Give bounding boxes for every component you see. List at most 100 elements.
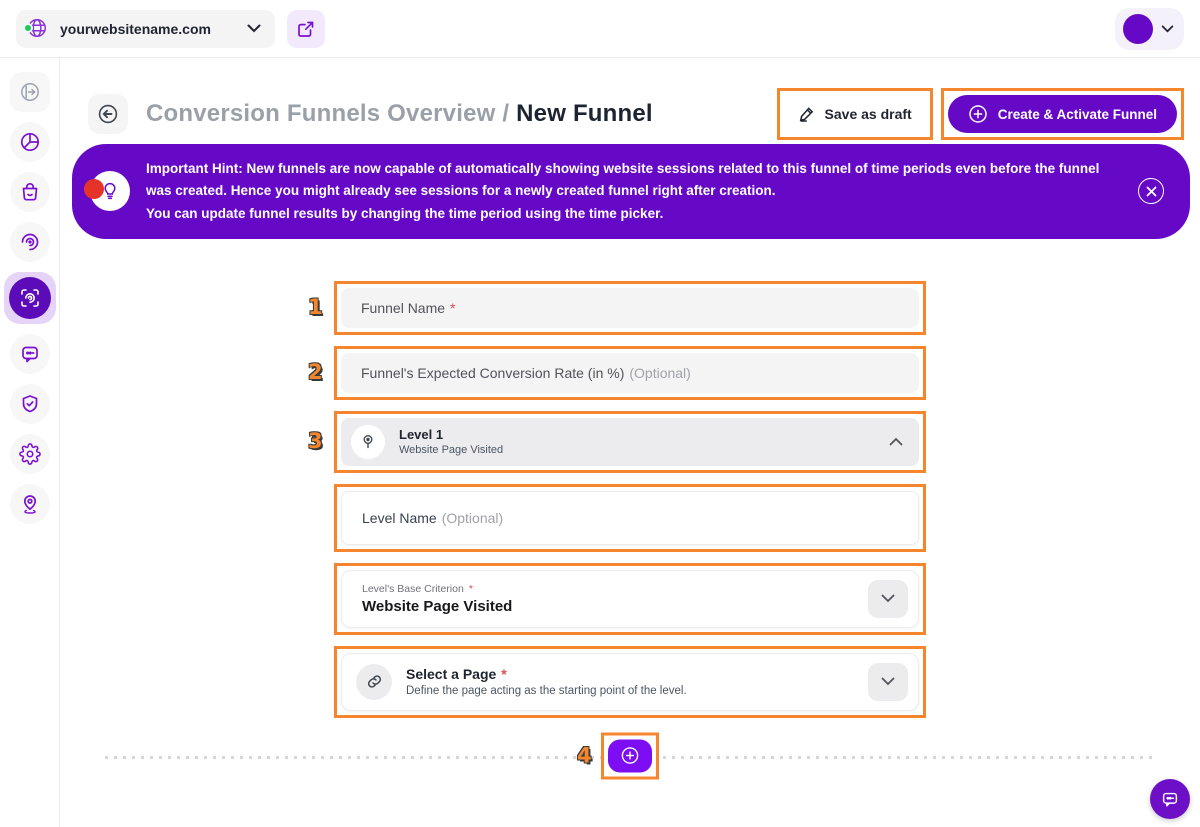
- avatar: [1123, 14, 1153, 44]
- level-accordion-header[interactable]: Level 1 Website Page Visited: [341, 418, 919, 466]
- sidebar-item-geo[interactable]: [10, 484, 50, 524]
- required-asterisk: *: [450, 300, 455, 316]
- collapse-sidebar-icon: [19, 81, 41, 103]
- main-content: Conversion Funnels Overview / New Funnel…: [60, 58, 1200, 827]
- sidebar-item-settings[interactable]: [10, 434, 50, 474]
- close-icon: [1146, 186, 1157, 197]
- conversion-rate-input[interactable]: Funnel's Expected Conversion Rate (in %)…: [341, 353, 919, 393]
- external-link-icon: [297, 20, 315, 38]
- support-chat-button[interactable]: [1150, 779, 1190, 819]
- status-dot: [23, 23, 33, 33]
- pin-marker-icon: [351, 425, 385, 459]
- select-page-row: Select a Page* Define the page acting as…: [334, 646, 926, 718]
- chevron-down-icon: [881, 594, 895, 603]
- feedback-chat-icon: [19, 343, 41, 365]
- hint-icon-wrap: [90, 171, 130, 211]
- website-name: yourwebsitename.com: [60, 21, 211, 37]
- topbar: yourwebsitename.com: [0, 0, 1200, 58]
- page-header: Conversion Funnels Overview / New Funnel…: [60, 58, 1200, 138]
- open-website-button[interactable]: [287, 10, 325, 48]
- save-draft-button[interactable]: Save as draft: [784, 95, 926, 133]
- arrow-left-circle-icon: [96, 102, 120, 126]
- annotation-box-add-level: [601, 732, 659, 779]
- level-subtitle: Website Page Visited: [399, 444, 889, 456]
- header-actions: Save as draft Create & Activate Funnel: [777, 88, 1184, 140]
- chevron-up-icon: [889, 437, 903, 446]
- level-name-row: Level Name (Optional): [334, 484, 926, 552]
- level-name-input[interactable]: Level Name (Optional): [341, 491, 919, 545]
- website-status-icon: [26, 17, 50, 41]
- sidebar: [0, 58, 60, 827]
- hint-line-2: You can update funnel results by changin…: [146, 203, 1118, 225]
- optional-label: (Optional): [629, 365, 690, 381]
- base-criterion-label: Level's Base Criterion*: [362, 583, 868, 595]
- select-page-description: Define the page acting as the starting p…: [406, 685, 868, 697]
- sidebar-item-dashboard[interactable]: [10, 122, 50, 162]
- annotation-box-create: Create & Activate Funnel: [941, 88, 1184, 140]
- dashboard-pie-icon: [19, 131, 41, 153]
- create-activate-button[interactable]: Create & Activate Funnel: [948, 95, 1177, 133]
- base-criterion-row: Level's Base Criterion* Website Page Vis…: [334, 563, 926, 635]
- base-criterion-value: Website Page Visited: [362, 598, 868, 615]
- add-level-divider: 4: [60, 726, 1200, 786]
- breadcrumb-parent[interactable]: Conversion Funnels Overview: [146, 100, 496, 127]
- select-page-label: Select a Page*: [406, 666, 868, 682]
- level-accordion-row: 3 Level 1 Website Page Visited: [334, 411, 926, 473]
- funnel-form: 1 Funnel Name * 2 Funnel's Expected Conv…: [334, 281, 926, 718]
- hint-banner: Important Hint: New funnels are now capa…: [72, 144, 1190, 239]
- website-selector[interactable]: yourwebsitename.com: [16, 10, 275, 48]
- annotation-box-base-criterion: Level's Base Criterion* Website Page Vis…: [334, 563, 926, 635]
- annotation-number-1: 1: [308, 295, 323, 319]
- breadcrumb-separator: /: [502, 100, 509, 127]
- funnel-name-input[interactable]: Funnel Name *: [341, 288, 919, 328]
- settings-gear-icon: [19, 443, 41, 465]
- funnels-active-background: [9, 277, 51, 319]
- annotation-box-level-name: Level Name (Optional): [334, 484, 926, 552]
- shopping-bag-icon: [19, 181, 41, 203]
- chat-bubble-icon: [1160, 789, 1180, 809]
- page-title: Conversion Funnels Overview / New Funnel: [146, 100, 653, 128]
- account-menu[interactable]: [1115, 8, 1184, 50]
- base-criterion-select[interactable]: Level's Base Criterion* Website Page Vis…: [341, 570, 919, 628]
- funnel-name-row: 1 Funnel Name *: [334, 281, 926, 335]
- annotation-box-funnel-name: Funnel Name *: [334, 281, 926, 335]
- breadcrumb-current: New Funnel: [516, 100, 653, 127]
- conversion-rate-row: 2 Funnel's Expected Conversion Rate (in …: [334, 346, 926, 400]
- sidebar-collapse-button[interactable]: [10, 72, 50, 112]
- link-icon: [356, 664, 392, 700]
- required-asterisk: *: [469, 583, 473, 595]
- back-button[interactable]: [88, 94, 128, 134]
- annotation-box-level-header: Level 1 Website Page Visited: [334, 411, 926, 473]
- sidebar-item-compliance[interactable]: [10, 384, 50, 424]
- sidebar-item-ecommerce[interactable]: [10, 172, 50, 212]
- plus-circle-icon: [968, 104, 988, 124]
- banner-close-button[interactable]: [1138, 178, 1164, 204]
- funnels-target-icon: [19, 287, 41, 309]
- annotation-box-save-draft: Save as draft: [777, 88, 933, 140]
- chevron-down-icon: [1161, 25, 1174, 33]
- sidebar-item-funnels[interactable]: [4, 272, 56, 324]
- add-level-button[interactable]: [608, 739, 652, 772]
- optional-label: (Optional): [442, 510, 503, 526]
- pencil-icon: [798, 105, 816, 123]
- annotation-box-conversion-rate: Funnel's Expected Conversion Rate (in %)…: [334, 346, 926, 400]
- annotation-number-4: 4: [577, 744, 592, 768]
- level-title: Level 1: [399, 427, 889, 442]
- add-level-wrap: 4: [601, 732, 659, 779]
- select-page-select[interactable]: Select a Page* Define the page acting as…: [341, 653, 919, 711]
- geo-location-icon: [19, 493, 41, 515]
- plus-circle-icon: [620, 746, 640, 766]
- sidebar-item-feedback[interactable]: [10, 334, 50, 374]
- hint-text: Important Hint: New funnels are now capa…: [146, 158, 1118, 225]
- session-replay-icon: [19, 231, 41, 253]
- annotation-number-2: 2: [308, 360, 323, 384]
- base-criterion-dropdown-button[interactable]: [868, 580, 908, 618]
- annotation-number-3: 3: [308, 429, 323, 453]
- hint-line-1: Important Hint: New funnels are now capa…: [146, 158, 1118, 203]
- select-page-dropdown-button[interactable]: [868, 663, 908, 701]
- annotation-box-select-page: Select a Page* Define the page acting as…: [334, 646, 926, 718]
- shield-check-icon: [19, 393, 41, 415]
- sidebar-item-session-replay[interactable]: [10, 222, 50, 262]
- chevron-down-icon: [881, 677, 895, 686]
- chevron-down-icon: [247, 24, 261, 33]
